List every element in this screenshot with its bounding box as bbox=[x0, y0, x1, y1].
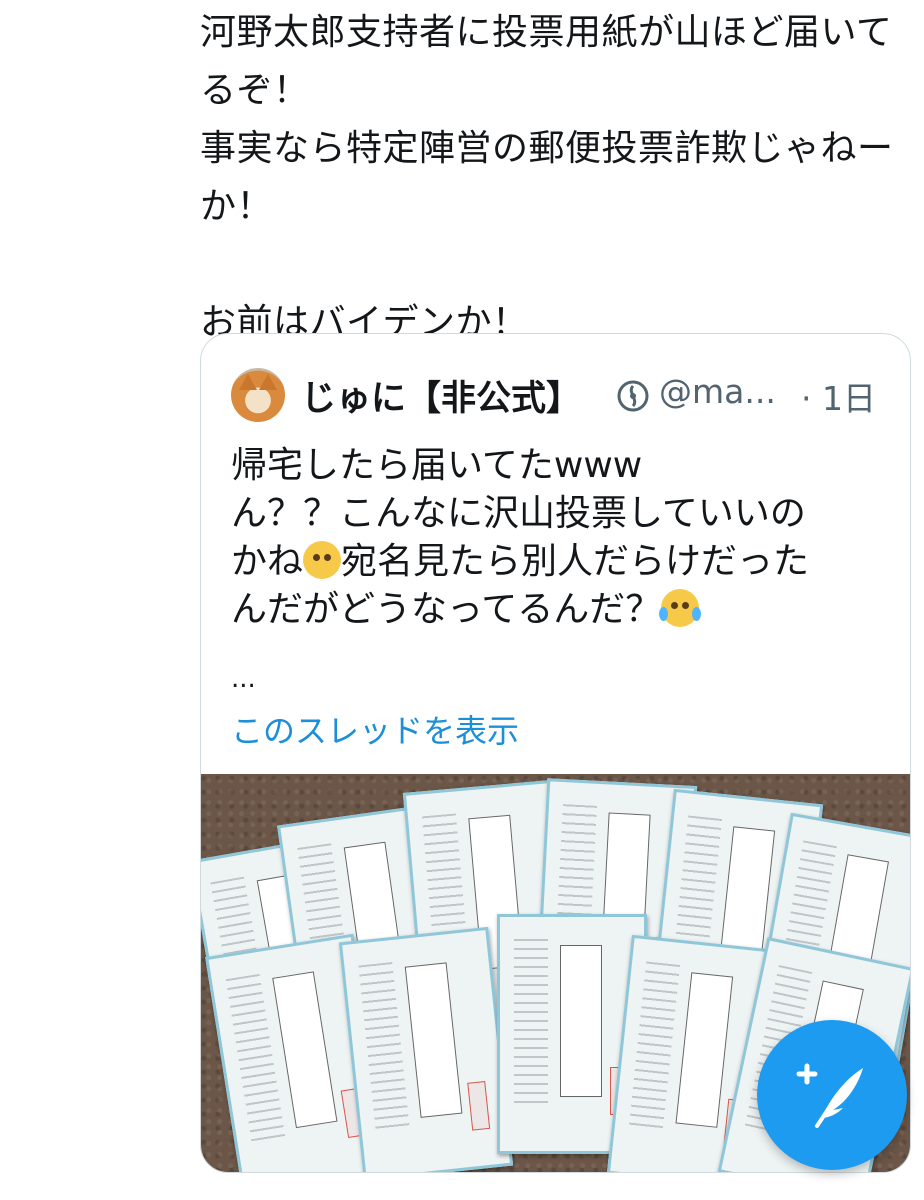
show-thread-link[interactable]: このスレッドを表示 bbox=[231, 706, 519, 752]
quote-line-2: ん？？こんなに沢山投票していいの bbox=[231, 493, 806, 534]
quoted-tweet-text: 帰宅したら届いてたwww ん？？こんなに沢山投票していいの かね 宛名見たら別人だ… bbox=[231, 442, 881, 634]
author-name[interactable]: じゅに【非公式】 bbox=[301, 370, 581, 421]
thinking-face-icon bbox=[303, 541, 342, 579]
quote-line-1: 帰宅したら届いてたwww bbox=[231, 445, 643, 486]
quoted-tweet-header: じゅに【非公式】 @ma... · 1日 bbox=[231, 364, 891, 424]
ballot-paper bbox=[338, 926, 514, 1172]
quote-line-4: んだがどうなってるんだ？ bbox=[231, 589, 662, 630]
tweet-detail-view: 河野太郎支持者に投票用紙が山ほど届いてるぞ！ 事実なら特定陣営の郵便投票詐欺じゃ… bbox=[0, 0, 924, 1200]
tweet-body-text: 河野太郎支持者に投票用紙が山ほど届いてるぞ！ 事実なら特定陣営の郵便投票詐欺じゃ… bbox=[200, 12, 894, 343]
author-handle[interactable]: @ma... bbox=[659, 372, 776, 411]
tweet-timestamp[interactable]: · 1日 bbox=[801, 372, 876, 420]
quote-line-3a: かね bbox=[231, 541, 304, 582]
compose-feather-icon bbox=[796, 1063, 863, 1128]
compose-tweet-button[interactable] bbox=[757, 1020, 907, 1170]
truncation-ellipsis: ... bbox=[231, 664, 256, 694]
automated-account-icon bbox=[617, 380, 649, 412]
tears-of-joy-icon bbox=[659, 589, 702, 627]
author-avatar[interactable] bbox=[231, 368, 285, 422]
quote-line-3b: 宛名見たら別人だらけだった bbox=[341, 541, 810, 582]
